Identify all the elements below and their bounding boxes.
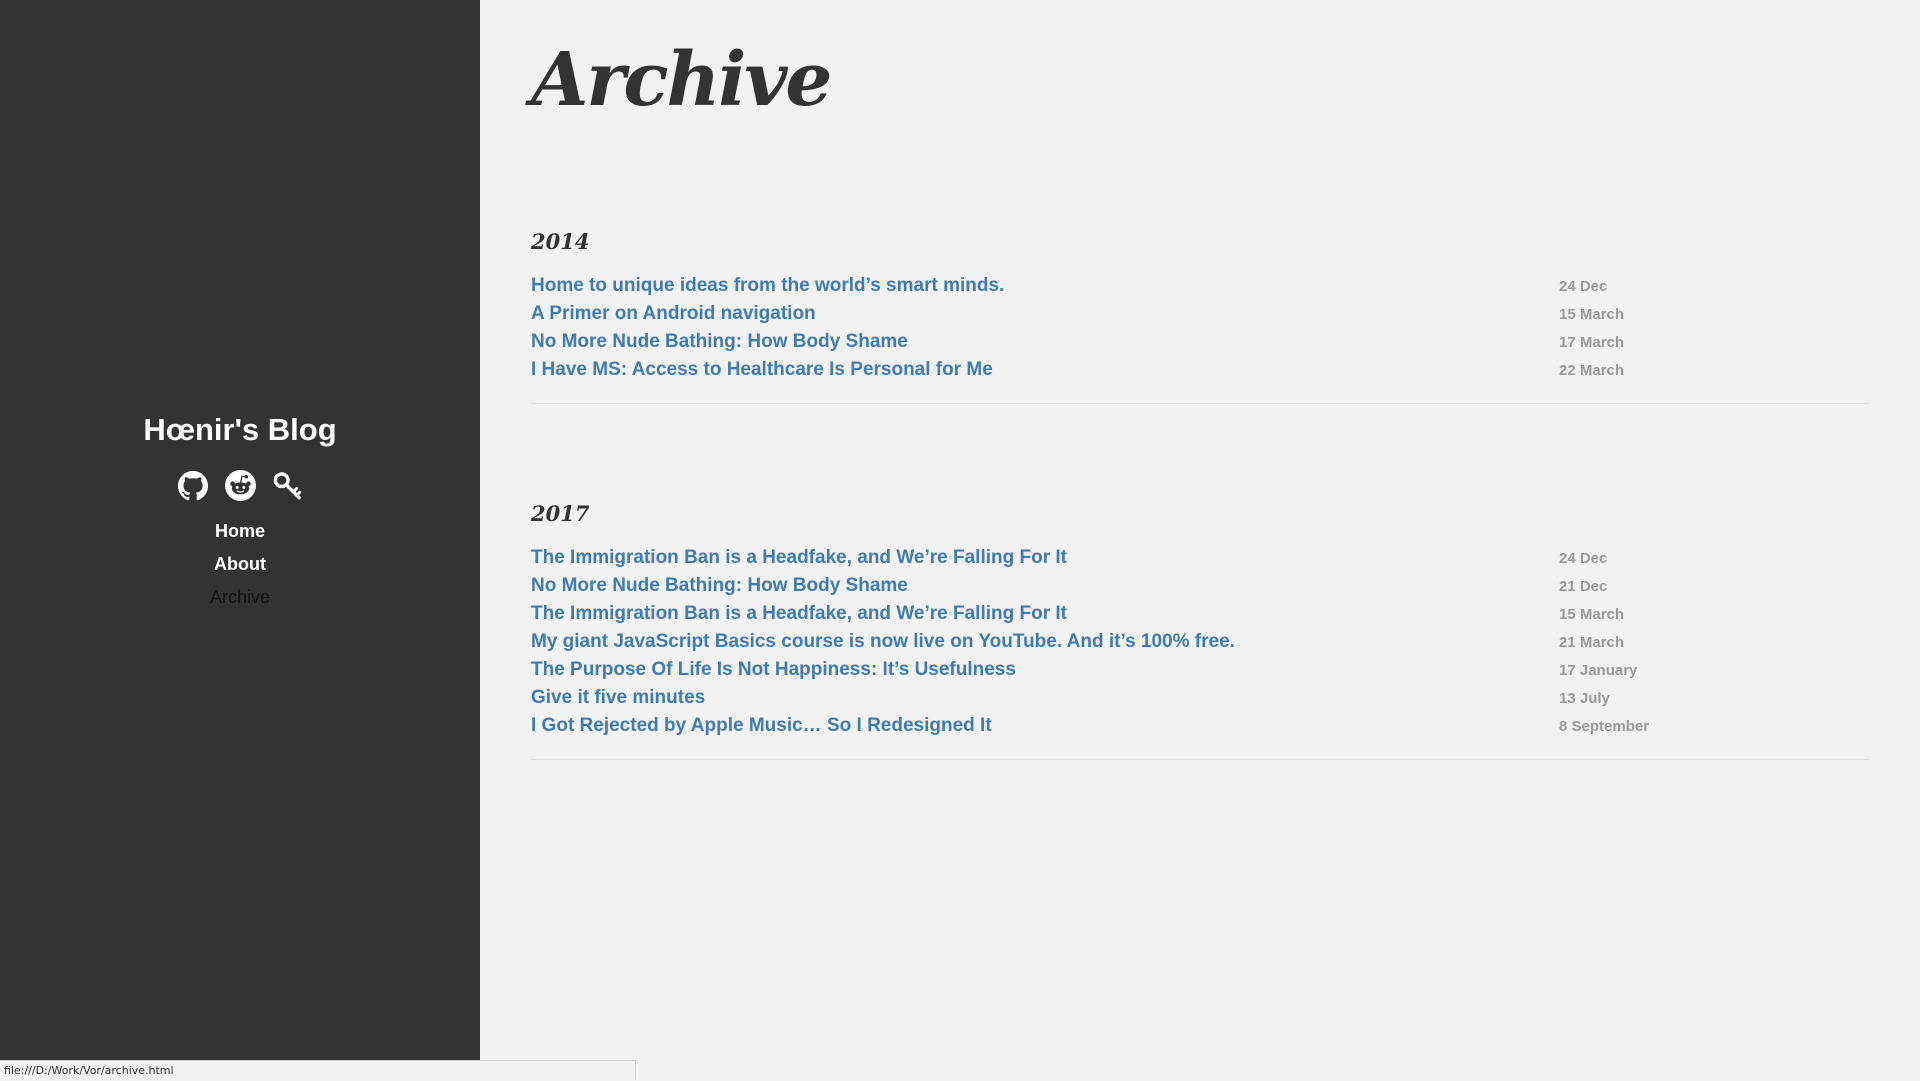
post-list: The Immigration Ban is a Headfake, and W… bbox=[531, 544, 1869, 759]
nav-home[interactable]: Home bbox=[215, 515, 265, 548]
post-link[interactable]: The Purpose Of Life Is Not Happiness: It… bbox=[531, 659, 1016, 681]
blog-title[interactable]: Hœnir's Blog bbox=[143, 408, 336, 452]
post-row: I Have MS: Access to Healthcare Is Perso… bbox=[531, 356, 1869, 384]
year-section-2014: 2014 Home to unique ideas from the world… bbox=[531, 228, 1869, 404]
post-row: No More Nude Bathing: How Body Shame 21 … bbox=[531, 572, 1869, 600]
post-date: 22 March bbox=[1559, 362, 1869, 379]
post-date: 21 March bbox=[1559, 634, 1869, 651]
post-row: No More Nude Bathing: How Body Shame 17 … bbox=[531, 328, 1869, 356]
post-link[interactable]: The Immigration Ban is a Headfake, and W… bbox=[531, 603, 1067, 625]
post-link[interactable]: Home to unique ideas from the world’s sm… bbox=[531, 275, 1004, 297]
post-row: The Immigration Ban is a Headfake, and W… bbox=[531, 544, 1869, 572]
key-icon[interactable] bbox=[272, 470, 303, 501]
post-link[interactable]: The Immigration Ban is a Headfake, and W… bbox=[531, 547, 1067, 569]
nav-about[interactable]: About bbox=[214, 548, 266, 581]
post-date: 17 March bbox=[1559, 334, 1869, 351]
main-content: Archive 2014 Home to unique ideas from t… bbox=[531, 0, 1869, 760]
page-title: Archive bbox=[531, 0, 1869, 130]
github-icon[interactable] bbox=[178, 470, 209, 501]
post-date: 24 Dec bbox=[1559, 550, 1869, 567]
post-link[interactable]: My giant JavaScript Basics course is now… bbox=[531, 631, 1235, 653]
post-date: 8 September bbox=[1559, 718, 1869, 735]
nav-archive[interactable]: Archive bbox=[210, 581, 270, 614]
year-heading: 2017 bbox=[531, 500, 1869, 528]
post-date: 17 January bbox=[1559, 662, 1869, 679]
year-section-2017: 2017 The Immigration Ban is a Headfake, … bbox=[531, 500, 1869, 760]
post-list: Home to unique ideas from the world’s sm… bbox=[531, 272, 1869, 403]
post-row: Give it five minutes 13 July bbox=[531, 684, 1869, 712]
post-link[interactable]: No More Nude Bathing: How Body Shame bbox=[531, 331, 908, 353]
post-link[interactable]: I Have MS: Access to Healthcare Is Perso… bbox=[531, 359, 993, 381]
post-date: 13 July bbox=[1559, 690, 1869, 707]
post-row: My giant JavaScript Basics course is now… bbox=[531, 628, 1869, 656]
post-date: 24 Dec bbox=[1559, 278, 1869, 295]
social-links bbox=[178, 470, 303, 501]
post-row: A Primer on Android navigation 15 March bbox=[531, 300, 1869, 328]
post-row: Home to unique ideas from the world’s sm… bbox=[531, 272, 1869, 300]
reddit-icon[interactable] bbox=[225, 470, 256, 501]
sidebar: Hœnir's Blog bbox=[0, 0, 480, 1080]
post-row: I Got Rejected by Apple Music… So I Rede… bbox=[531, 712, 1869, 740]
post-row: The Purpose Of Life Is Not Happiness: It… bbox=[531, 656, 1869, 684]
year-heading: 2014 bbox=[531, 228, 1869, 256]
post-link[interactable]: I Got Rejected by Apple Music… So I Rede… bbox=[531, 715, 992, 737]
post-date: 15 March bbox=[1559, 306, 1869, 323]
post-link[interactable]: Give it five minutes bbox=[531, 687, 705, 709]
post-row: The Immigration Ban is a Headfake, and W… bbox=[531, 600, 1869, 628]
post-date: 15 March bbox=[1559, 606, 1869, 623]
browser-status-bar: file:///D:/Work/Vor/archive.html bbox=[0, 1060, 636, 1080]
post-link[interactable]: A Primer on Android navigation bbox=[531, 303, 816, 325]
sidebar-nav: Home About Archive bbox=[210, 515, 270, 614]
sidebar-profile: Hœnir's Blog bbox=[0, 408, 480, 614]
post-date: 21 Dec bbox=[1559, 578, 1869, 595]
post-link[interactable]: No More Nude Bathing: How Body Shame bbox=[531, 575, 908, 597]
